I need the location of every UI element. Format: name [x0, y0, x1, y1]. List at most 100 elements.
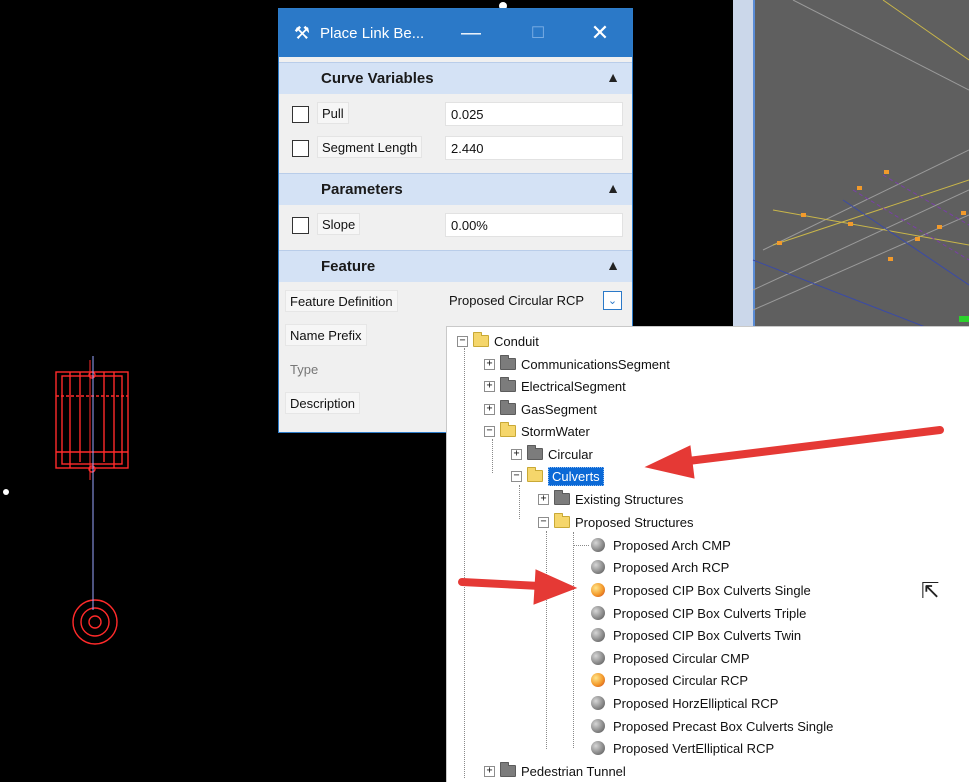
collapse-icon[interactable]: − — [457, 335, 468, 347]
feature-icon — [591, 538, 605, 552]
tree-leaf-vert-elliptical[interactable]: Proposed VertElliptical RCP — [591, 738, 774, 758]
tree-leaf-horz-elliptical[interactable]: Proposed HorzElliptical RCP — [591, 693, 778, 713]
folder-open-icon — [500, 422, 516, 437]
tree-connector — [573, 545, 589, 546]
pull-row: Pull 0.025 — [279, 97, 632, 131]
slope-lock-checkbox[interactable] — [292, 217, 309, 234]
segment-length-label: Segment Length — [317, 136, 423, 158]
section-title: Feature — [321, 258, 376, 275]
tree-node-label-selected: Culverts — [548, 466, 604, 486]
section-title: Parameters — [321, 181, 403, 198]
tree-leaf-cip-box-triple[interactable]: Proposed CIP Box Culverts Triple — [591, 603, 806, 623]
tree-leaf-circular-cmp[interactable]: Proposed Circular CMP — [591, 648, 750, 668]
tree-leaf-circular-rcp[interactable]: Proposed Circular RCP — [591, 670, 748, 690]
curve-variables-body: Pull 0.025 Segment Length 2.440 — [279, 94, 632, 165]
tree-node-label: Circular — [548, 446, 593, 462]
tree-leaf-cip-box-twin[interactable]: Proposed CIP Box Culverts Twin — [591, 625, 801, 645]
tree-node-label: CommunicationsSegment — [521, 356, 670, 372]
collapse-icon[interactable]: − — [538, 516, 549, 528]
dialog-titlebar[interactable]: ⚒ Place Link Be... — ☐ ✕ — [279, 9, 632, 57]
curve-variables-header[interactable]: Curve Variables ▲ — [279, 62, 632, 94]
tree-node-existing-structures[interactable]: + Existing Structures — [538, 489, 683, 509]
tree-node-conduit[interactable]: − Conduit — [457, 331, 539, 351]
minimize-button[interactable]: — — [448, 9, 494, 57]
expand-icon[interactable]: + — [538, 493, 549, 505]
tree-node-label: Pedestrian Tunnel — [521, 763, 626, 779]
tree-node-proposed-structures[interactable]: − Proposed Structures — [538, 512, 694, 532]
segment-length-field[interactable]: 2.440 — [445, 136, 623, 160]
feature-icon — [591, 651, 605, 665]
tree-node-label: Proposed CIP Box Culverts Triple — [613, 605, 807, 621]
tree-leaf-arch-cmp[interactable]: Proposed Arch CMP — [591, 535, 731, 555]
type-label: Type — [290, 362, 319, 377]
tree-node-label: Proposed Circular RCP — [613, 672, 749, 688]
3d-model-drawing — [752, 0, 969, 330]
collapse-icon[interactable]: − — [511, 470, 522, 482]
tree-node-gas[interactable]: + GasSegment — [484, 399, 597, 419]
tree-node-electrical[interactable]: + ElectricalSegment — [484, 376, 626, 396]
name-prefix-label: Name Prefix — [285, 324, 367, 346]
mouse-cursor-icon: ⇱ — [921, 578, 940, 603]
tool-icon: ⚒ — [293, 22, 311, 43]
tree-node-label: Proposed Precast Box Culverts Single — [613, 718, 834, 734]
maximize-icon: ☐ — [530, 25, 546, 42]
folder-icon — [500, 400, 516, 415]
slope-label: Slope — [317, 213, 361, 235]
tree-node-pedestrian-tunnel[interactable]: + Pedestrian Tunnel — [484, 761, 626, 781]
dialog-title: Place Link Be... — [320, 24, 425, 42]
tree-node-label: Proposed Circular CMP — [613, 650, 750, 666]
tree-connector — [492, 439, 493, 473]
close-button[interactable]: ✕ — [577, 9, 623, 57]
pull-field[interactable]: 0.025 — [445, 102, 623, 126]
feature-icon — [591, 560, 605, 574]
feature-icon — [591, 696, 605, 710]
expand-icon[interactable]: + — [511, 448, 522, 460]
expand-icon[interactable]: + — [484, 765, 495, 777]
tree-connector — [546, 531, 547, 749]
collapse-icon[interactable]: − — [484, 425, 495, 437]
tree-node-circular[interactable]: + Circular — [511, 444, 593, 464]
tree-node-label: Proposed Arch CMP — [613, 537, 731, 553]
folder-open-icon — [527, 467, 543, 482]
tree-leaf-precast-box-single[interactable]: Proposed Precast Box Culverts Single — [591, 716, 833, 736]
segment-length-lock-checkbox[interactable] — [292, 140, 309, 157]
parameters-body: Slope 0.00% — [279, 205, 632, 242]
feature-definition-value[interactable]: Proposed Circular RCP — [449, 293, 584, 308]
expand-icon[interactable]: + — [484, 358, 495, 370]
folder-icon — [554, 490, 570, 505]
tree-node-culverts[interactable]: − Culverts — [511, 466, 604, 486]
slope-row: Slope 0.00% — [279, 208, 632, 242]
chevron-up-icon[interactable]: ▲ — [606, 69, 620, 85]
tree-node-communications[interactable]: + CommunicationsSegment — [484, 354, 670, 374]
tree-leaf-cip-box-single[interactable]: Proposed CIP Box Culverts Single — [591, 580, 811, 600]
slope-field[interactable]: 0.00% — [445, 213, 623, 237]
chevron-up-icon[interactable]: ▲ — [606, 180, 620, 196]
folder-icon — [527, 445, 543, 460]
tree-node-stormwater[interactable]: − StormWater — [484, 421, 590, 441]
parameters-header[interactable]: Parameters ▲ — [279, 173, 632, 205]
tree-connector — [519, 485, 520, 519]
feature-icon — [591, 719, 605, 733]
feature-definition-row: Feature Definition Proposed Circular RCP… — [279, 285, 632, 319]
expand-icon[interactable]: + — [484, 403, 495, 415]
tree-connector — [573, 532, 574, 748]
description-label: Description — [285, 392, 361, 414]
tree-node-label: ElectricalSegment — [521, 378, 626, 394]
section-title: Curve Variables — [321, 70, 434, 87]
folder-icon — [500, 762, 516, 777]
tree-node-label: Proposed CIP Box Culverts Twin — [613, 627, 802, 643]
feature-icon — [591, 606, 605, 620]
minimize-icon: — — [461, 21, 481, 44]
chevron-up-icon[interactable]: ▲ — [606, 257, 620, 273]
feature-icon — [591, 741, 605, 755]
feature-definition-tree[interactable]: − Conduit + CommunicationsSegment + Elec… — [446, 326, 969, 782]
folder-icon — [500, 355, 516, 370]
feature-definition-dropdown-button[interactable]: ⌄ — [603, 291, 622, 310]
expand-icon[interactable]: + — [484, 380, 495, 392]
maximize-button[interactable]: ☐ — [515, 9, 561, 57]
feature-header[interactable]: Feature ▲ — [279, 250, 632, 282]
tree-leaf-arch-rcp[interactable]: Proposed Arch RCP — [591, 557, 729, 577]
3d-view[interactable] — [733, 0, 969, 330]
chevron-down-icon: ⌄ — [607, 295, 618, 307]
pull-lock-checkbox[interactable] — [292, 106, 309, 123]
